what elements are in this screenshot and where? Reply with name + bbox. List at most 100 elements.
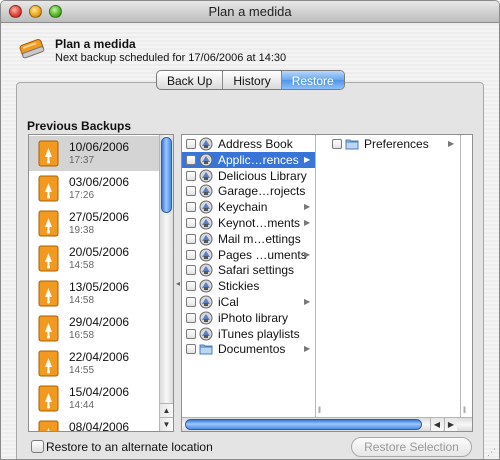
browser-row-label: Pages …uments — [218, 247, 307, 262]
restore-item-checkbox[interactable] — [186, 170, 196, 181]
disclosure-arrow-icon: ▶ — [304, 344, 311, 354]
restore-item-checkbox[interactable] — [186, 265, 196, 276]
browser-row[interactable]: Stickies — [182, 278, 315, 294]
backup-drive-icon — [19, 39, 45, 59]
restore-item-checkbox[interactable] — [186, 328, 196, 339]
restore-item-checkbox[interactable] — [186, 249, 196, 260]
file-browser: Address Book Applic…rences ▶ Delicious Libr… — [181, 134, 473, 432]
backups-scroll-thumb[interactable] — [161, 137, 172, 213]
restore-item-checkbox[interactable] — [186, 281, 196, 292]
browser-row-label: Delicious Library — [218, 168, 307, 183]
browser-row[interactable]: Mail m…ettings — [182, 231, 315, 247]
backup-time: 19:38 — [69, 225, 95, 236]
browser-row[interactable]: iTunes playlists — [182, 326, 315, 342]
schedule-status: Next backup scheduled for 17/06/2006 at … — [55, 52, 287, 64]
backup-list-item[interactable]: 29/04/2006 16:58 — [29, 311, 161, 346]
app-data-icon — [199, 216, 213, 230]
scroll-down-arrow[interactable]: ▼ — [160, 417, 173, 431]
scroll-up-arrow[interactable]: ▲ — [160, 403, 173, 417]
restore-item-checkbox[interactable] — [186, 344, 196, 355]
previous-backups-heading: Previous Backups — [27, 119, 132, 133]
restore-item-checkbox[interactable] — [332, 139, 342, 149]
alternate-location-label[interactable]: Restore to an alternate location — [46, 440, 213, 454]
usb-disk-icon — [38, 175, 59, 202]
alternate-location-checkbox[interactable] — [31, 440, 44, 453]
browser-row[interactable]: iPhoto library — [182, 310, 315, 326]
window-resize-grip[interactable]: ⋰ — [487, 447, 496, 458]
backup-list-item[interactable]: 22/04/2006 14:55 — [29, 346, 161, 381]
title-bar[interactable]: Plan a medida — [1, 1, 499, 23]
splitter-handle-icon[interactable]: ◂ — [176, 279, 180, 288]
browser-row[interactable]: Preferences ▶ — [330, 136, 460, 152]
backup-list-item[interactable]: 08/04/2006 — [29, 416, 161, 432]
browser-row[interactable]: Keynot…ments ▶ — [182, 215, 315, 231]
usb-disk-icon — [38, 245, 59, 272]
backup-date: 03/06/2006 — [69, 175, 130, 189]
backup-list-item[interactable]: 10/06/2006 17:37 — [29, 136, 161, 171]
tab-restore[interactable]: Restore — [281, 71, 344, 89]
browser-row[interactable]: Pages …uments ▶ — [182, 247, 315, 263]
backup-list-item[interactable]: 03/06/2006 17:26 — [29, 171, 161, 206]
browser-row[interactable]: Keychain ▶ — [182, 199, 315, 215]
browser-row[interactable]: Address Book — [182, 136, 315, 152]
app-window: Plan a medida Plan a medida Next backup … — [0, 0, 500, 460]
column-divider[interactable] — [315, 135, 316, 417]
browser-scroll-thumb[interactable] — [185, 419, 422, 430]
restore-item-checkbox[interactable] — [186, 202, 196, 213]
backup-list-item[interactable]: 27/05/2006 19:38 — [29, 206, 161, 241]
restore-item-checkbox[interactable] — [186, 312, 196, 323]
backups-scrollbar[interactable]: ▲ ▼ — [159, 135, 173, 431]
restore-item-checkbox[interactable] — [186, 218, 196, 228]
browser-row[interactable]: Safari settings — [182, 262, 315, 278]
backup-time: 14:58 — [69, 295, 95, 306]
backup-list-item[interactable]: 20/05/2006 14:58 — [29, 241, 161, 276]
app-data-icon — [199, 263, 213, 277]
browser-row[interactable]: Delicious Library — [182, 168, 315, 184]
browser-row-label: iTunes playlists — [218, 326, 300, 341]
scroll-left-arrow[interactable]: ◀ — [430, 418, 443, 431]
column-divider[interactable] — [460, 135, 461, 417]
restore-item-checkbox[interactable] — [186, 186, 196, 197]
browser-row[interactable]: Garage…rojects — [182, 183, 315, 199]
browser-row-label: iCal — [218, 295, 239, 309]
browser-row-label: Keychain — [218, 200, 268, 215]
backup-date: 22/04/2006 — [69, 350, 130, 364]
browser-row-label: Safari settings — [218, 263, 295, 278]
backup-time: 17:26 — [69, 190, 95, 201]
backup-time: 14:55 — [69, 365, 95, 376]
tab-back-up[interactable]: Back Up — [157, 71, 224, 89]
backup-time: 17:37 — [69, 155, 95, 166]
previous-backups-list[interactable]: 10/06/2006 17:37 03/06/2006 17:26 27/05/2006… — [28, 134, 174, 432]
backup-date: 08/04/2006 — [69, 420, 130, 432]
disclosure-arrow-icon: ▶ — [304, 297, 311, 306]
column-resize-grip[interactable]: ll — [318, 405, 321, 415]
backup-list-item[interactable]: 15/04/2006 14:44 — [29, 381, 161, 416]
backup-date: 27/05/2006 — [69, 210, 130, 224]
browser-horizontal-scrollbar[interactable]: ◀ ▶ — [182, 417, 472, 431]
app-data-icon — [199, 153, 213, 167]
app-name: Plan a medida — [55, 37, 136, 51]
disclosure-arrow-icon: ▶ — [304, 249, 311, 259]
scroll-right-arrow[interactable]: ▶ — [444, 418, 457, 431]
browser-row[interactable]: Applic…rences ▶ — [182, 151, 315, 168]
restore-selection-button[interactable]: Restore Selection — [351, 437, 472, 457]
backup-date: 13/05/2006 — [69, 280, 130, 294]
restore-item-checkbox[interactable] — [186, 297, 196, 307]
browser-row-label: Applic…rences — [218, 152, 299, 167]
disclosure-arrow-icon: ▶ — [448, 139, 455, 148]
usb-disk-icon — [38, 210, 59, 237]
restore-item-checkbox[interactable] — [186, 154, 196, 165]
column-resize-grip[interactable]: ll — [463, 405, 466, 415]
restore-item-checkbox[interactable] — [186, 139, 196, 149]
disclosure-arrow-icon: ▶ — [304, 202, 311, 212]
tab-history[interactable]: History — [223, 71, 282, 89]
backup-list-item[interactable]: 13/05/2006 14:58 — [29, 276, 161, 311]
backup-time: 14:44 — [69, 400, 95, 411]
browser-row[interactable]: Documentos ▶ — [182, 341, 315, 357]
browser-row[interactable]: iCal ▶ — [182, 294, 315, 310]
app-data-icon — [199, 279, 213, 293]
app-data-icon — [199, 169, 213, 183]
restore-item-checkbox[interactable] — [186, 233, 196, 244]
browser-row-label: Keynot…ments — [218, 216, 301, 230]
browser-row-label: Garage…rojects — [218, 184, 306, 199]
